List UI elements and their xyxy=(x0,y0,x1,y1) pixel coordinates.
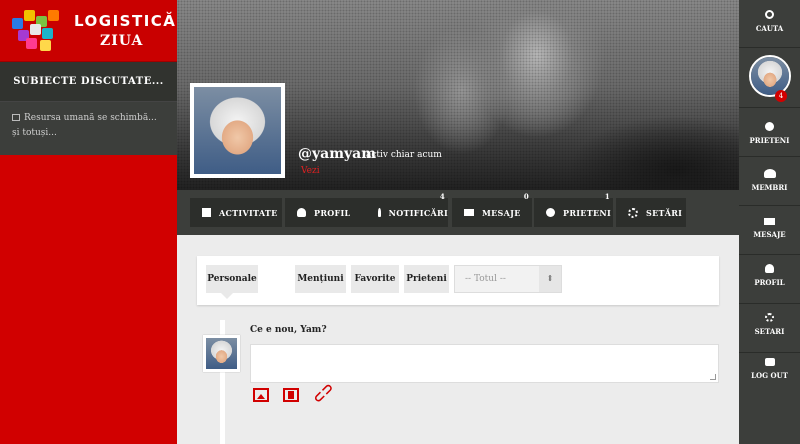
users-icon xyxy=(763,169,776,178)
nav-messages-label: MESAJE xyxy=(753,230,786,239)
tab-label: MESAJE xyxy=(482,207,521,218)
left-sidebar: LOGISTICĂ ZIUA SUBIECTE DISCUTATE... Res… xyxy=(0,0,177,444)
paw-icon xyxy=(546,208,555,217)
activity-area: Personale Mențiuni Favorite Prieteni -- … xyxy=(177,235,739,444)
envelope-icon xyxy=(464,209,474,216)
topic-link-label: Resursa umană se schimbă... și totuși... xyxy=(12,113,157,138)
tab-label: SETĂRI xyxy=(646,207,683,218)
widget-heading: SUBIECTE DISCUTATE... xyxy=(0,62,177,102)
topic-link[interactable]: Resursa umană se schimbă... și totuși... xyxy=(0,102,177,141)
post-media-toolbar: ⊂⊃ xyxy=(253,379,338,407)
resize-handle-icon[interactable] xyxy=(710,374,716,380)
activity-type-select[interactable]: -- Totul -- ⇕ xyxy=(454,265,562,293)
activity-icon xyxy=(202,208,211,217)
filter-tab-mentions[interactable]: Mențiuni xyxy=(295,265,346,293)
nav-members[interactable]: MEMBRI xyxy=(739,157,800,206)
select-value: -- Totul -- xyxy=(465,274,506,284)
tab-label: PROFIL xyxy=(314,207,351,218)
post-prompt-label: Ce e nou, Yam? xyxy=(250,325,327,335)
notification-badge: 4 xyxy=(775,90,787,102)
discussed-topics-widget: SUBIECTE DISCUTATE... Resursa umană se s… xyxy=(0,62,177,155)
filter-tab-friends[interactable]: Prieteni xyxy=(404,265,449,293)
gear-icon xyxy=(628,207,638,218)
envelope-icon xyxy=(764,218,775,225)
search-icon xyxy=(765,10,774,19)
book-icon xyxy=(12,114,20,121)
right-sidebar: CAUTA 4 PRIETENI MEMBRI MESAJE PROFIL SE… xyxy=(739,0,800,444)
post-textarea[interactable] xyxy=(250,344,719,383)
logout-label: LOG OUT xyxy=(751,371,788,380)
profile-avatar[interactable] xyxy=(190,83,285,178)
tab-friends[interactable]: PRIETENI 1 xyxy=(534,192,613,227)
tab-settings[interactable]: SETĂRI xyxy=(616,198,686,227)
lock-icon xyxy=(764,358,775,366)
activity-filter-bar: Personale Mențiuni Favorite Prieteni -- … xyxy=(197,256,719,305)
profile-username: @yamyam xyxy=(298,146,377,162)
logout-button[interactable]: LOG OUT xyxy=(739,353,800,401)
filter-tab-personal[interactable]: Personale xyxy=(206,265,258,293)
nav-friends[interactable]: PRIETENI xyxy=(739,108,800,157)
image-upload-icon[interactable] xyxy=(253,388,269,402)
tab-notifications[interactable]: NOTIFICĂRI 4 xyxy=(360,192,448,227)
link-icon[interactable]: ⊂⊃ xyxy=(310,379,338,407)
nav-friends-label: PRIETENI xyxy=(749,136,790,145)
profile-nav: ACTIVITATE PROFIL NOTIFICĂRI 4 MESAJE 0 … xyxy=(177,190,739,235)
notification-count: 4 xyxy=(439,192,445,201)
logo-title-line1: LOGISTICĂ xyxy=(74,12,177,30)
main-content: @yamyam activ chiar acum Vezi ACTIVITATE… xyxy=(177,0,739,444)
activity-status: activ chiar acum xyxy=(366,150,442,160)
view-profile-link[interactable]: Vezi xyxy=(301,166,320,176)
user-icon xyxy=(765,264,774,273)
filter-tab-favorites[interactable]: Favorite xyxy=(351,265,399,293)
nav-profile[interactable]: PROFIL xyxy=(739,255,800,304)
post-author-avatar xyxy=(203,335,240,372)
nav-settings-label: SETARI xyxy=(754,327,785,336)
tab-label: PRIETENI xyxy=(563,207,612,218)
search-button[interactable]: CAUTA xyxy=(739,0,800,48)
logo-title-line2: ZIUA xyxy=(100,33,144,49)
paw-icon xyxy=(765,122,774,131)
nav-profile-label: PROFIL xyxy=(754,278,785,287)
tab-activity[interactable]: ACTIVITATE xyxy=(190,198,282,227)
friend-count: 1 xyxy=(604,192,610,201)
video-upload-icon[interactable] xyxy=(283,388,299,402)
user-icon xyxy=(297,208,306,217)
tab-profile[interactable]: PROFIL xyxy=(285,198,360,227)
avatar-photo xyxy=(206,338,237,369)
nav-settings[interactable]: SETARI xyxy=(739,304,800,353)
nav-members-label: MEMBRI xyxy=(751,183,788,192)
tab-label: ACTIVITATE xyxy=(219,207,278,218)
tab-label: NOTIFICĂRI xyxy=(388,207,448,218)
nav-messages[interactable]: MESAJE xyxy=(739,206,800,255)
search-label: CAUTA xyxy=(755,24,784,33)
user-avatar-button[interactable] xyxy=(739,48,800,108)
bell-icon xyxy=(378,208,381,217)
chevron-updown-icon: ⇕ xyxy=(539,266,561,292)
tab-messages[interactable]: MESAJE 0 xyxy=(452,192,532,227)
gear-icon xyxy=(765,313,774,322)
message-count: 0 xyxy=(523,192,529,201)
cover-photo: @yamyam activ chiar acum Vezi xyxy=(177,0,739,190)
logo-mosaic-icon xyxy=(12,8,64,52)
active-tab-indicator xyxy=(221,293,233,299)
avatar-photo xyxy=(194,87,281,174)
site-logo[interactable]: LOGISTICĂ ZIUA xyxy=(0,0,177,62)
